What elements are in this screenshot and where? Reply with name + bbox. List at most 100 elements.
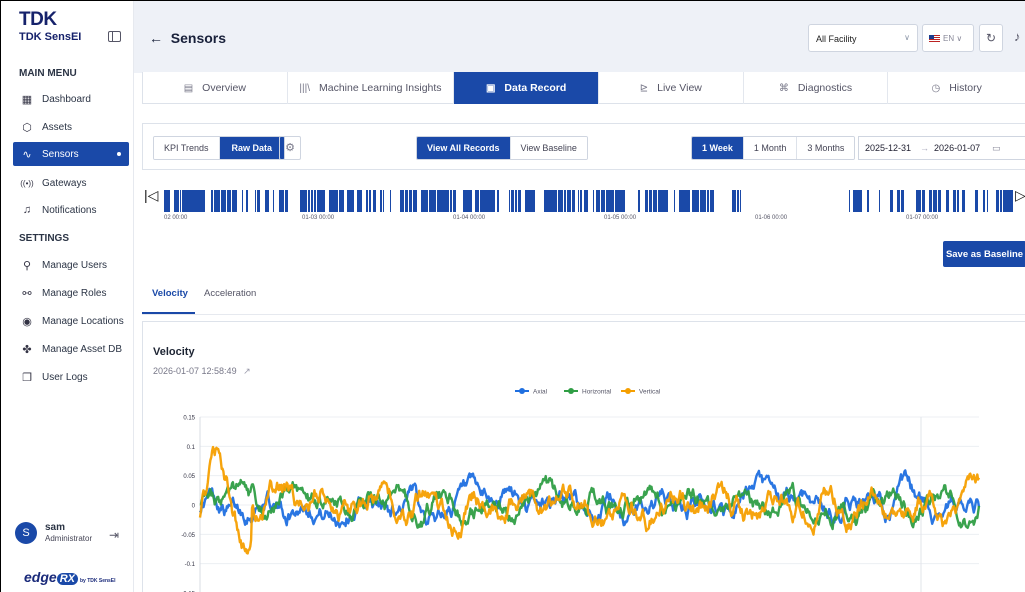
tab-live-view[interactable]: ⊵ Live View bbox=[599, 72, 744, 104]
notification-bell-icon[interactable]: ♪ bbox=[1014, 29, 1021, 44]
record-bar[interactable] bbox=[427, 190, 428, 212]
back-button[interactable]: ← Sensors bbox=[149, 30, 226, 46]
record-bar[interactable] bbox=[917, 190, 921, 212]
record-bar[interactable] bbox=[661, 190, 665, 212]
record-bar[interactable] bbox=[273, 190, 274, 212]
record-bar[interactable] bbox=[515, 190, 517, 212]
record-bar[interactable] bbox=[1000, 190, 1002, 212]
record-bar[interactable] bbox=[168, 190, 170, 212]
record-bar[interactable] bbox=[975, 190, 976, 212]
settings-gear-icon[interactable]: ⚙ bbox=[279, 136, 301, 160]
record-bar[interactable] bbox=[224, 190, 226, 212]
record-bar[interactable] bbox=[373, 190, 376, 212]
record-bar[interactable] bbox=[946, 190, 949, 212]
logout-icon[interactable]: ⇥ bbox=[109, 528, 119, 542]
record-bar[interactable] bbox=[380, 190, 381, 212]
range-1-week-button[interactable]: 1 Week bbox=[692, 137, 744, 159]
record-bar[interactable] bbox=[578, 190, 579, 212]
record-bar[interactable] bbox=[963, 190, 965, 212]
record-bar[interactable] bbox=[193, 190, 197, 212]
record-bar[interactable] bbox=[620, 190, 624, 212]
record-bar[interactable] bbox=[332, 190, 336, 212]
record-bar[interactable] bbox=[737, 190, 739, 212]
record-bar[interactable] bbox=[674, 190, 675, 212]
record-bar[interactable] bbox=[321, 190, 325, 212]
record-bar[interactable] bbox=[525, 190, 527, 212]
record-bar[interactable] bbox=[596, 190, 597, 212]
record-bar[interactable] bbox=[285, 190, 288, 212]
record-bar[interactable] bbox=[692, 190, 695, 212]
record-bar[interactable] bbox=[186, 190, 190, 212]
record-bar[interactable] bbox=[615, 190, 619, 212]
record-bar[interactable] bbox=[609, 190, 610, 212]
record-bar[interactable] bbox=[547, 190, 549, 212]
record-bar[interactable] bbox=[409, 190, 411, 212]
range-3-months-button[interactable]: 3 Months bbox=[797, 137, 855, 159]
record-bar[interactable] bbox=[214, 190, 218, 212]
record-bar[interactable] bbox=[236, 190, 237, 212]
view-all-records-button[interactable]: View All Records bbox=[417, 137, 511, 159]
date-range-picker[interactable]: 2025-12-31 → 2026-01-07 ▭ bbox=[858, 136, 1025, 160]
record-bar[interactable] bbox=[488, 190, 492, 212]
record-bar[interactable] bbox=[167, 190, 168, 212]
record-bar[interactable] bbox=[580, 190, 582, 212]
user-profile[interactable]: S sam Administrator bbox=[15, 522, 92, 544]
timeline-record-bars[interactable] bbox=[164, 190, 1019, 212]
record-bar[interactable] bbox=[306, 190, 307, 212]
record-bar[interactable] bbox=[350, 190, 354, 212]
subtab-velocity[interactable]: Velocity bbox=[152, 288, 188, 299]
record-bar[interactable] bbox=[512, 190, 514, 212]
record-bar[interactable] bbox=[901, 190, 904, 212]
record-bar[interactable] bbox=[492, 190, 495, 212]
record-bar[interactable] bbox=[383, 190, 384, 212]
record-bar[interactable] bbox=[976, 190, 978, 212]
sidebar-item-assets[interactable]: ⬡ Assets bbox=[13, 115, 129, 139]
record-bar[interactable] bbox=[265, 190, 269, 212]
record-bar[interactable] bbox=[610, 190, 614, 212]
record-bar[interactable] bbox=[1009, 190, 1013, 212]
record-bar[interactable] bbox=[366, 190, 368, 212]
record-bar[interactable] bbox=[467, 190, 468, 212]
tab-overview[interactable]: ▤ Overview bbox=[143, 72, 288, 104]
record-bar[interactable] bbox=[593, 190, 594, 212]
record-bar[interactable] bbox=[624, 190, 625, 212]
record-bar[interactable] bbox=[933, 190, 936, 212]
record-bar[interactable] bbox=[1003, 190, 1007, 212]
record-bar[interactable] bbox=[198, 190, 202, 212]
view-baseline-button[interactable]: View Baseline bbox=[510, 137, 587, 159]
record-bar[interactable] bbox=[531, 190, 535, 212]
record-bar[interactable] bbox=[853, 190, 854, 212]
save-as-baseline-button[interactable]: Save as Baseline bbox=[943, 241, 1025, 267]
record-bar[interactable] bbox=[511, 190, 512, 212]
record-bar[interactable] bbox=[497, 190, 499, 212]
record-bar[interactable] bbox=[996, 190, 999, 212]
record-bar[interactable] bbox=[572, 190, 573, 212]
record-bar[interactable] bbox=[183, 190, 186, 212]
record-bar[interactable] bbox=[558, 190, 559, 212]
record-bar[interactable] bbox=[601, 190, 605, 212]
record-bar[interactable] bbox=[854, 190, 858, 212]
record-bar[interactable] bbox=[957, 190, 959, 212]
record-bar[interactable] bbox=[317, 190, 321, 212]
record-bar[interactable] bbox=[955, 190, 956, 212]
record-bar[interactable] bbox=[182, 190, 183, 212]
tab-data-record[interactable]: ▣ Data Record bbox=[454, 72, 599, 104]
record-bar[interactable] bbox=[653, 190, 657, 212]
record-bar[interactable] bbox=[421, 190, 425, 212]
sidebar-item-manage-roles[interactable]: ⚯ Manage Roles bbox=[13, 281, 129, 305]
record-bar[interactable] bbox=[683, 190, 686, 212]
record-bar[interactable] bbox=[429, 190, 432, 212]
record-bar[interactable] bbox=[166, 190, 167, 212]
record-bar[interactable] bbox=[962, 190, 963, 212]
record-bar[interactable] bbox=[564, 190, 566, 212]
refresh-icon[interactable]: ↻ bbox=[979, 24, 1003, 52]
record-bar[interactable] bbox=[890, 190, 893, 212]
record-bar[interactable] bbox=[175, 190, 178, 212]
sidebar-item-manage-users[interactable]: ⚲ Manage Users bbox=[13, 253, 129, 277]
sidebar-item-user-logs[interactable]: ❐ User Logs bbox=[13, 365, 129, 389]
record-bar[interactable] bbox=[987, 190, 988, 212]
record-bar[interactable] bbox=[405, 190, 408, 212]
record-bar[interactable] bbox=[246, 190, 248, 212]
record-bar[interactable] bbox=[567, 190, 568, 212]
sidebar-item-gateways[interactable]: ((•)) Gateways bbox=[13, 171, 129, 195]
